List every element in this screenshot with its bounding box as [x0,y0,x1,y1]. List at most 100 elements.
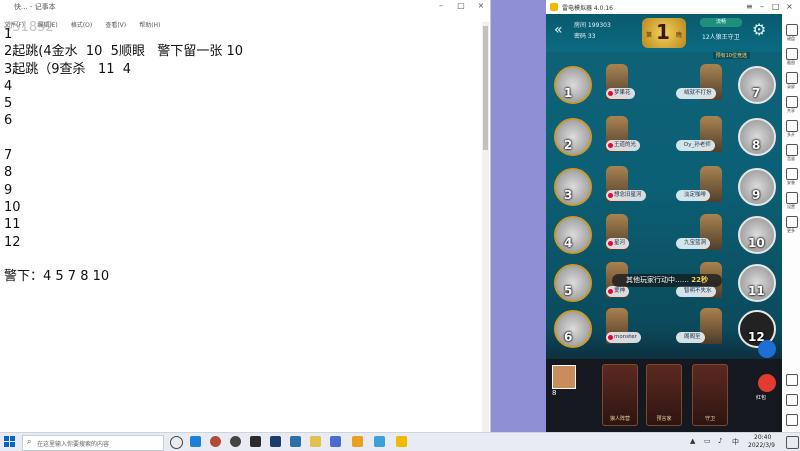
taskbar-search-box[interactable]: ⌕ 在这里输入你要搜索的内容 [22,435,164,451]
player-name-tag: 九宝蓝洞 [676,238,711,249]
text-line: 6 [4,113,13,129]
notepad-text-area[interactable]: 1 2起跳(4金水 10 5顺眼 警下留一张 10 3起跳（9查杀 11 4 4… [4,26,474,285]
nav-home-icon[interactable] [786,394,798,406]
sidebar-label: 音量 [787,156,795,161]
self-seat-number: 8 [552,389,557,397]
player-name-tag: monster [606,332,641,343]
app-icon[interactable] [290,436,301,447]
player-avatar-5[interactable] [554,264,592,302]
night-prefix: 第 [646,32,653,39]
install-icon[interactable] [786,168,798,180]
player-name-tag: 阁阁至 [676,332,705,343]
scrollbar-thumb[interactable] [483,26,488,150]
sidebar-label: 录屏 [787,84,795,89]
player-avatar-3[interactable] [554,168,592,206]
player-name-tag: 绒就不打扮 [676,88,716,99]
gear-icon[interactable]: ⚙ [752,20,766,39]
self-avatar[interactable] [552,365,576,389]
notepad-taskbar-icon[interactable] [374,436,385,447]
maximize-button[interactable]: □ [456,1,466,10]
game-mode: 12人狼王守卫 [702,34,740,41]
player-avatar-1[interactable] [554,66,592,104]
seat-number: 7 [752,86,761,100]
app-icon[interactable] [352,436,363,447]
text-line: 2起跳(4金水 10 5顺眼 警下留一张 10 [4,44,244,60]
minimize-button[interactable]: – [436,1,446,10]
sidebar-label: 多开 [787,132,795,137]
red-packet-label: 红包 [756,395,767,401]
sidebar-label: 设置 [787,204,795,209]
settings-icon[interactable] [786,192,798,204]
seat-number: 9 [752,188,761,202]
game-screen: « 房间 199303 密码 33 第 1 晚 流畅 12人狼王守卫 ⚙ 预有1… [546,14,782,432]
police-bar: 预有10位竞选 [546,52,782,60]
night-counter: 第 1 晚 [642,18,686,48]
chrome-icon[interactable] [230,436,241,447]
emu-menu-icon[interactable]: ≡ [746,2,753,11]
clock-time[interactable]: 20:40 [754,434,771,441]
night-number: 1 [656,20,670,44]
multi-instance-icon[interactable] [786,120,798,132]
ime-icon[interactable]: 中 [732,437,739,447]
player-avatar-6[interactable] [554,310,592,348]
red-packet-icon[interactable] [758,374,776,392]
close-button[interactable]: × [476,1,486,10]
network-badge: 流畅 [700,18,742,27]
player-name-tag: 爱神 [606,286,630,297]
room-number: 房间 199303 [574,22,611,29]
player-avatar-4[interactable] [554,216,592,254]
player-name-tag: 智明不失水 [676,286,716,297]
text-line [4,130,474,147]
steam-icon[interactable] [270,436,281,447]
role-card-guard[interactable]: 守卫 [692,364,728,426]
player-avatar-2[interactable] [554,118,592,156]
back-icon[interactable]: « [554,22,563,38]
keyboard-icon[interactable] [786,24,798,36]
notepad-menubar: 文件(F) 编辑(E) 格式(O) 查看(V) 帮助(H) [0,12,494,29]
record-icon[interactable] [786,72,798,84]
emulator-taskbar-icon[interactable] [396,436,407,447]
more-icon[interactable] [786,216,798,228]
task-view-icon[interactable] [170,436,183,449]
role-card-bar: 8 狼人阵营 预言家 守卫 [546,359,782,432]
text-line: 11 [4,217,21,233]
emulator-window: 雷电模拟器 4.0.16 ≡ – □ × « 房间 199303 密码 33 第… [546,0,800,432]
seat-number: 3 [564,188,573,202]
clock-date[interactable]: 2022/3/9 [748,442,775,449]
edge-icon[interactable] [190,436,201,447]
volume-icon[interactable]: ♪ [718,437,722,445]
app-icon[interactable] [250,436,261,447]
folder-icon[interactable] [310,436,321,447]
emulator-titlebar: 雷电模拟器 4.0.16 ≡ – □ × [546,0,800,14]
emu-minimize-button[interactable]: – [760,2,764,11]
windows-start-icon[interactable] [4,436,16,448]
emu-maximize-button[interactable]: □ [772,2,780,11]
seat-number: 1 [564,86,573,100]
sidebar-label: 共享 [787,108,795,113]
screenshot-icon[interactable] [786,48,798,60]
search-placeholder: 在这里输入你要搜索的内容 [37,441,110,448]
mic-icon [608,193,613,198]
nav-back-icon[interactable] [786,374,798,386]
app-icon[interactable] [330,436,341,447]
player-name-tag: 想念旧星河 [606,190,646,201]
seat-number: 6 [564,330,573,344]
share-icon[interactable] [786,96,798,108]
notification-icon[interactable] [786,436,799,449]
emu-close-button[interactable]: × [786,2,793,11]
text-line: 3起跳（9查杀 11 4 [4,61,132,77]
volume-icon[interactable] [786,144,798,156]
text-line: 8 [4,165,13,181]
network-icon[interactable]: ▭ [704,437,711,445]
seat-number: 4 [564,236,573,250]
role-card-werewolf[interactable]: 狼人阵营 [602,364,638,426]
tray-icon[interactable]: ▲ [690,437,695,445]
nav-recent-icon[interactable] [786,414,798,426]
media-player-icon[interactable] [210,436,221,447]
gift-icon[interactable] [758,340,776,358]
mic-icon [608,335,613,340]
player-name-tag: Dy_孙老师 [676,140,715,151]
role-card-seer[interactable]: 预言家 [646,364,682,426]
sidebar-label: 截图 [787,60,795,65]
room-password: 密码 33 [574,33,596,40]
